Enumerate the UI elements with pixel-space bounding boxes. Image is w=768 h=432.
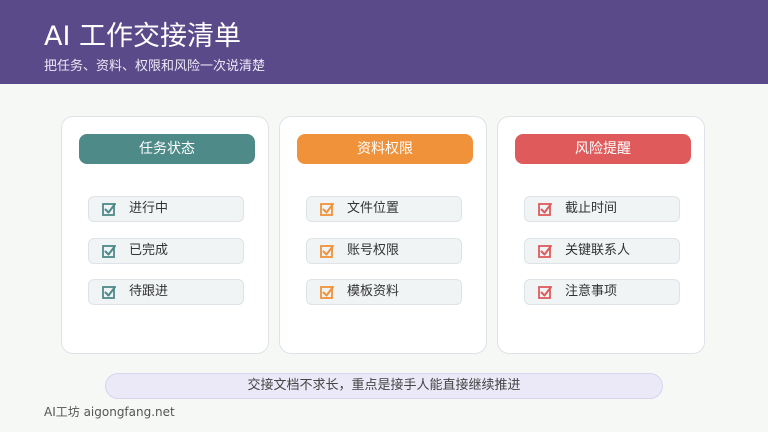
checked-checkbox-icon	[538, 203, 552, 216]
card-title: 风险提醒	[515, 134, 691, 164]
checked-checkbox-icon	[102, 286, 116, 299]
list-item-label: 待跟进	[129, 284, 169, 299]
list-item: 账号权限	[306, 238, 462, 264]
card-title: 资料权限	[297, 134, 473, 164]
list-item: 文件位置	[306, 196, 462, 222]
header-banner: AI 工作交接清单 把任务、资料、权限和风险一次说清楚	[0, 0, 768, 84]
checked-checkbox-icon	[538, 286, 552, 299]
card-risk-reminders: 风险提醒 截止时间 关键联系人 注意事项	[497, 116, 705, 354]
checked-checkbox-icon	[320, 245, 334, 258]
list-item: 注意事项	[524, 279, 680, 305]
list-item: 已完成	[88, 238, 244, 264]
card-task-status: 任务状态 进行中 已完成 待跟进	[61, 116, 269, 354]
checked-checkbox-icon	[320, 203, 334, 216]
list-item: 进行中	[88, 196, 244, 222]
list-item-label: 模板资料	[347, 284, 400, 299]
list-item: 待跟进	[88, 279, 244, 305]
list-item-label: 进行中	[129, 201, 169, 216]
list-item: 模板资料	[306, 279, 462, 305]
list-item-label: 已完成	[129, 243, 169, 258]
page-title: AI 工作交接清单	[44, 21, 242, 52]
card-materials-permissions: 资料权限 文件位置 账号权限 模板资料	[279, 116, 487, 354]
list-item-label: 注意事项	[565, 284, 618, 299]
list-item-label: 截止时间	[565, 201, 618, 216]
checked-checkbox-icon	[538, 245, 552, 258]
list-item-label: 账号权限	[347, 243, 400, 258]
list-item-label: 关键联系人	[565, 243, 631, 258]
list-item: 截止时间	[524, 196, 680, 222]
footer-note: 交接文档不求长，重点是接手人能直接继续推进	[105, 373, 663, 399]
checked-checkbox-icon	[320, 286, 334, 299]
checked-checkbox-icon	[102, 245, 116, 258]
list-item-label: 文件位置	[347, 201, 400, 216]
brand-label: AI工坊 aigongfang.net	[44, 405, 175, 419]
page-subtitle: 把任务、资料、权限和风险一次说清楚	[44, 59, 266, 74]
list-item: 关键联系人	[524, 238, 680, 264]
checked-checkbox-icon	[102, 203, 116, 216]
card-title: 任务状态	[79, 134, 255, 164]
